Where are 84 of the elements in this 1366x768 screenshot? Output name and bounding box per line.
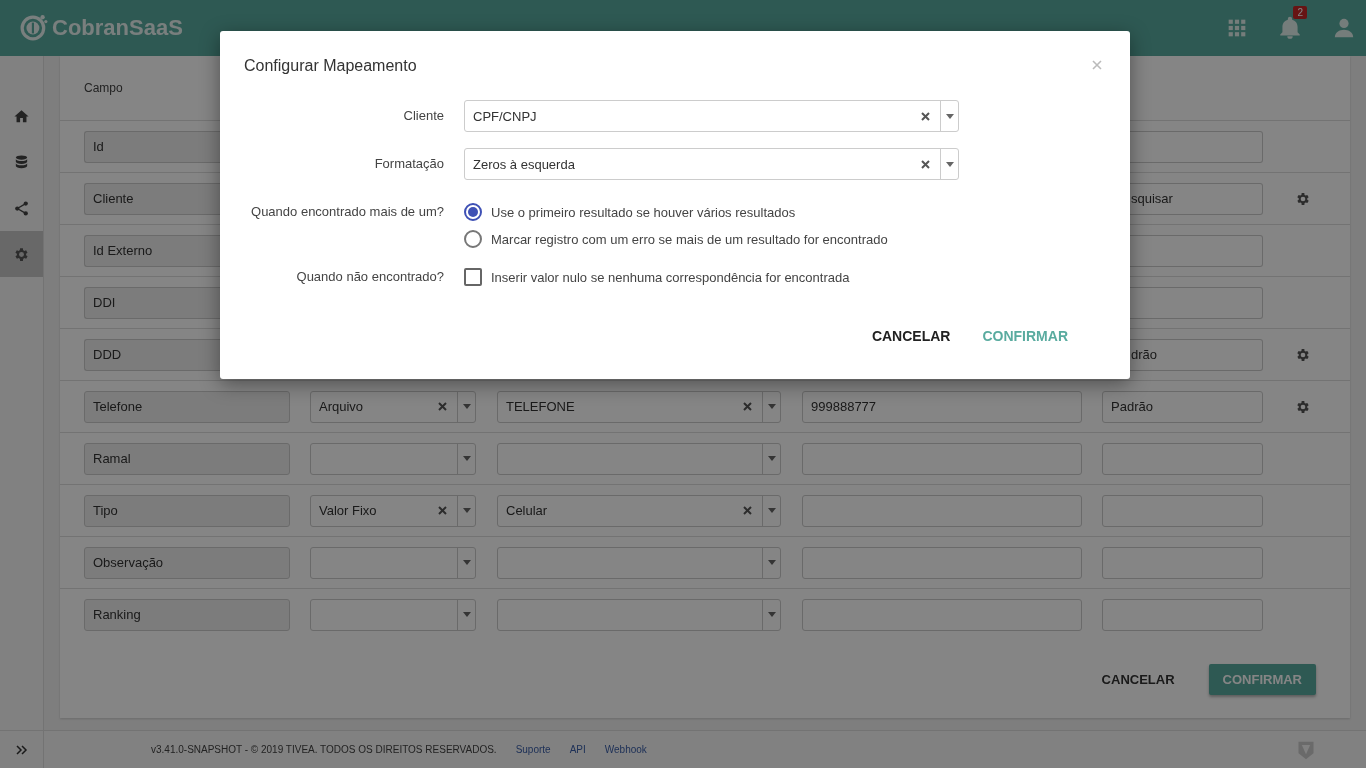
notification-badge: 2 — [1293, 6, 1307, 19]
dropdown[interactable]: TELEFONE — [497, 390, 781, 423]
field-name-input[interactable]: Ramal — [84, 442, 290, 475]
dropdown[interactable] — [310, 442, 476, 475]
caret-icon — [767, 508, 776, 513]
caret-icon — [462, 612, 471, 617]
footer-link[interactable]: API — [569, 744, 586, 755]
close-icon[interactable] — [1092, 60, 1102, 70]
share-icon — [13, 199, 30, 217]
input-field[interactable]: drão — [1130, 338, 1263, 371]
input-field[interactable] — [1102, 546, 1263, 579]
dialog-title: Configurar Mapeamento — [244, 55, 417, 75]
checkbox[interactable] — [464, 268, 482, 286]
field-name-input[interactable]: Cliente — [84, 182, 220, 215]
input-field[interactable] — [802, 598, 1082, 631]
input-field[interactable]: 999888777 — [802, 390, 1082, 423]
input-field[interactable] — [802, 546, 1082, 579]
bell-icon[interactable] — [1277, 15, 1303, 41]
dropdown[interactable] — [310, 598, 476, 631]
input-field[interactable] — [1130, 234, 1263, 267]
radio-button[interactable] — [464, 230, 482, 248]
caret-icon — [767, 404, 776, 409]
dropdown[interactable] — [310, 546, 476, 579]
checkbox-label[interactable]: Inserir valor nulo se nenhuma correspondência for encontrada — [491, 269, 850, 285]
copyright-text: v3.41.0-SNAPSHOT - © 2019 TIVEA. TODOS OS DIREITOS RESERVADOS. — [151, 744, 497, 755]
field-name-input[interactable]: DDD — [84, 338, 220, 371]
settings-icon[interactable] — [1295, 346, 1311, 363]
field-name-input[interactable]: Id Externo — [84, 234, 220, 267]
field-name-input[interactable]: Telefone — [84, 390, 290, 423]
field-name-input[interactable]: Id — [84, 130, 220, 163]
sidebar-item[interactable] — [0, 231, 43, 277]
dropdown[interactable]: Celular — [497, 494, 781, 527]
input-field[interactable] — [1130, 286, 1263, 319]
apps-grid-icon[interactable] — [1227, 18, 1247, 38]
footer-link[interactable]: Webhook — [604, 744, 647, 755]
field-label: Cliente — [402, 107, 445, 125]
input-field[interactable] — [1102, 494, 1263, 527]
caret-icon — [945, 113, 954, 119]
dropdown[interactable]: CPF/CNPJ — [464, 100, 959, 132]
caret-icon — [767, 560, 776, 565]
field-name-input[interactable]: Tipo — [84, 494, 290, 527]
cancel-button[interactable]: CANCELAR — [863, 318, 959, 354]
radio-label[interactable]: Marcar registro com um erro se mais de um resultado for encontrado — [491, 231, 888, 247]
input-field[interactable]: Padrão — [1102, 390, 1263, 423]
field-label: Quando encontrado mais de um? — [250, 203, 445, 221]
field-label: Quando não encontrado? — [295, 268, 445, 286]
dropdown[interactable] — [497, 546, 781, 579]
dropdown[interactable]: Arquivo — [310, 390, 476, 423]
input-field[interactable] — [1102, 442, 1263, 475]
input-field[interactable] — [802, 442, 1082, 475]
dropdown[interactable] — [497, 598, 781, 631]
field-name-input[interactable]: Ranking — [84, 598, 290, 631]
radio-button[interactable] — [464, 203, 482, 221]
logo-icon — [20, 14, 48, 42]
confirm-button[interactable]: CONFIRMAR — [974, 318, 1076, 354]
caret-icon — [462, 456, 471, 461]
settings-icon[interactable] — [1295, 398, 1311, 415]
settings-icon — [13, 245, 30, 263]
radio-label[interactable]: Use o primeiro resultado se houver vários resultados — [491, 204, 796, 220]
cancel-button[interactable]: CANCELAR — [1087, 664, 1189, 695]
field-name-input[interactable]: DDI — [84, 286, 220, 319]
expand-icon[interactable] — [15, 744, 28, 755]
database-icon — [13, 153, 30, 171]
dropdown[interactable]: Valor Fixo — [310, 494, 476, 527]
input-field[interactable] — [1102, 598, 1263, 631]
field-name-input[interactable]: Observação — [84, 546, 290, 579]
input-field[interactable] — [802, 494, 1082, 527]
caret-icon — [945, 161, 954, 167]
caret-icon — [462, 560, 471, 565]
settings-icon[interactable] — [1295, 190, 1311, 207]
footer-link[interactable]: Suporte — [515, 744, 551, 755]
caret-icon — [462, 404, 471, 409]
app-name: CobranSaaS — [52, 15, 183, 41]
input-field[interactable]: squisar — [1130, 182, 1263, 215]
column-header: Campo — [84, 81, 123, 95]
caret-icon — [462, 508, 471, 513]
field-label: Formatação — [373, 155, 445, 173]
caret-icon — [767, 456, 776, 461]
user-icon[interactable] — [1333, 17, 1355, 39]
input-field[interactable] — [1130, 130, 1263, 163]
dropdown[interactable]: Zeros à esquerda — [464, 148, 959, 180]
dropdown[interactable] — [497, 442, 781, 475]
home-icon — [13, 107, 30, 125]
caret-icon — [767, 612, 776, 617]
